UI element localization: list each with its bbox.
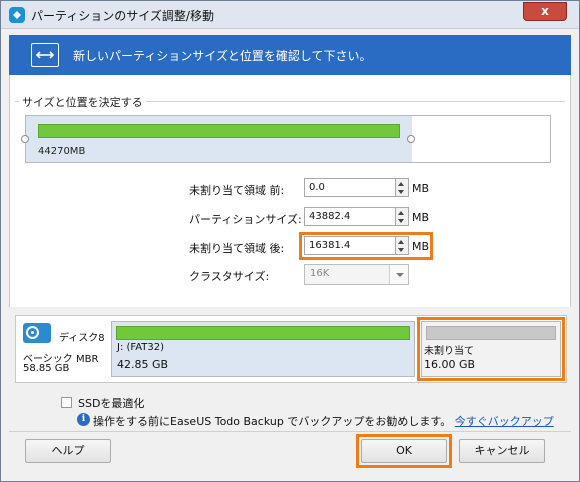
ssd-optimize-checkbox[interactable] bbox=[61, 397, 72, 408]
unalloc-before-label: 未割り当て領域 前: bbox=[189, 184, 285, 197]
help-button[interactable]: ヘルプ bbox=[25, 439, 111, 463]
partition-size-input[interactable] bbox=[304, 207, 396, 226]
partition-name: J: (FAT32) bbox=[117, 342, 165, 353]
right-resize-handle[interactable] bbox=[407, 135, 415, 143]
backup-advice: 操作をする前にEaseUS Todo Backup でバックアップをお勧めします… bbox=[93, 415, 452, 428]
resize-move-dialog: パーティションのサイズ調整/移動 x 新しいパーティションサイズと位置を確認して… bbox=[0, 0, 580, 482]
ok-highlight bbox=[356, 434, 452, 468]
instruction-banner: 新しいパーティションサイズと位置を確認して下さい。 bbox=[9, 35, 571, 75]
partition-block-size: 42.85 GB bbox=[117, 358, 169, 371]
window-title: パーティションのサイズ調整/移動 bbox=[31, 9, 214, 23]
resize-arrows-icon bbox=[31, 43, 59, 67]
unalloc-after-label: 未割り当て領域 後: bbox=[189, 242, 285, 255]
hard-disk-icon bbox=[23, 323, 51, 343]
group-label: サイズと位置を決定する bbox=[19, 94, 146, 110]
unalloc-before-spinner[interactable] bbox=[396, 178, 409, 197]
backup-now-link[interactable]: 今すぐバックアップ bbox=[455, 415, 554, 428]
unalloc-before-input[interactable] bbox=[304, 178, 396, 197]
cluster-size-select[interactable]: 16K bbox=[304, 264, 409, 285]
title-bar[interactable]: パーティションのサイズ調整/移動 x bbox=[1, 1, 579, 29]
unalloc-before-unit: MB bbox=[412, 182, 430, 195]
partition-usage-fill bbox=[38, 124, 400, 138]
app-icon bbox=[9, 7, 25, 23]
partition-region[interactable]: 44270MB bbox=[26, 116, 412, 162]
chevron-down-icon bbox=[396, 273, 404, 277]
disk-name: ディスク8 bbox=[59, 333, 105, 344]
unalloc-after-highlight bbox=[299, 232, 433, 260]
cancel-button[interactable]: キャンセル bbox=[459, 439, 545, 463]
backup-info-text: 操作をする前にEaseUS Todo Backup でバックアップをお勧めします… bbox=[93, 413, 554, 429]
partition-size-label: 44270MB bbox=[38, 146, 86, 157]
close-button[interactable]: x bbox=[523, 2, 567, 21]
partition-size-unit: MB bbox=[412, 211, 430, 224]
cluster-size-label: クラスタサイズ: bbox=[189, 270, 270, 283]
banner-text: 新しいパーティションサイズと位置を確認して下さい。 bbox=[73, 49, 372, 63]
left-resize-handle[interactable] bbox=[21, 135, 29, 143]
info-icon: i bbox=[77, 413, 90, 426]
partition-size-field-label: パーティションサイズ: bbox=[189, 213, 302, 226]
partition-resize-bar[interactable]: 44270MB bbox=[25, 115, 551, 163]
cluster-size-value: 16K bbox=[310, 268, 330, 279]
partition-size-spinner[interactable] bbox=[396, 207, 409, 226]
disk-capacity: 58.85 GB bbox=[23, 363, 70, 374]
partition-block-fill bbox=[116, 326, 410, 340]
unallocated-highlight bbox=[417, 317, 565, 381]
cluster-size-dropdown[interactable] bbox=[389, 265, 408, 284]
partition-block[interactable]: J: (FAT32) 42.85 GB bbox=[111, 321, 415, 377]
ssd-optimize-label[interactable]: SSDを最適化 bbox=[78, 395, 144, 411]
footer-divider bbox=[9, 431, 571, 432]
